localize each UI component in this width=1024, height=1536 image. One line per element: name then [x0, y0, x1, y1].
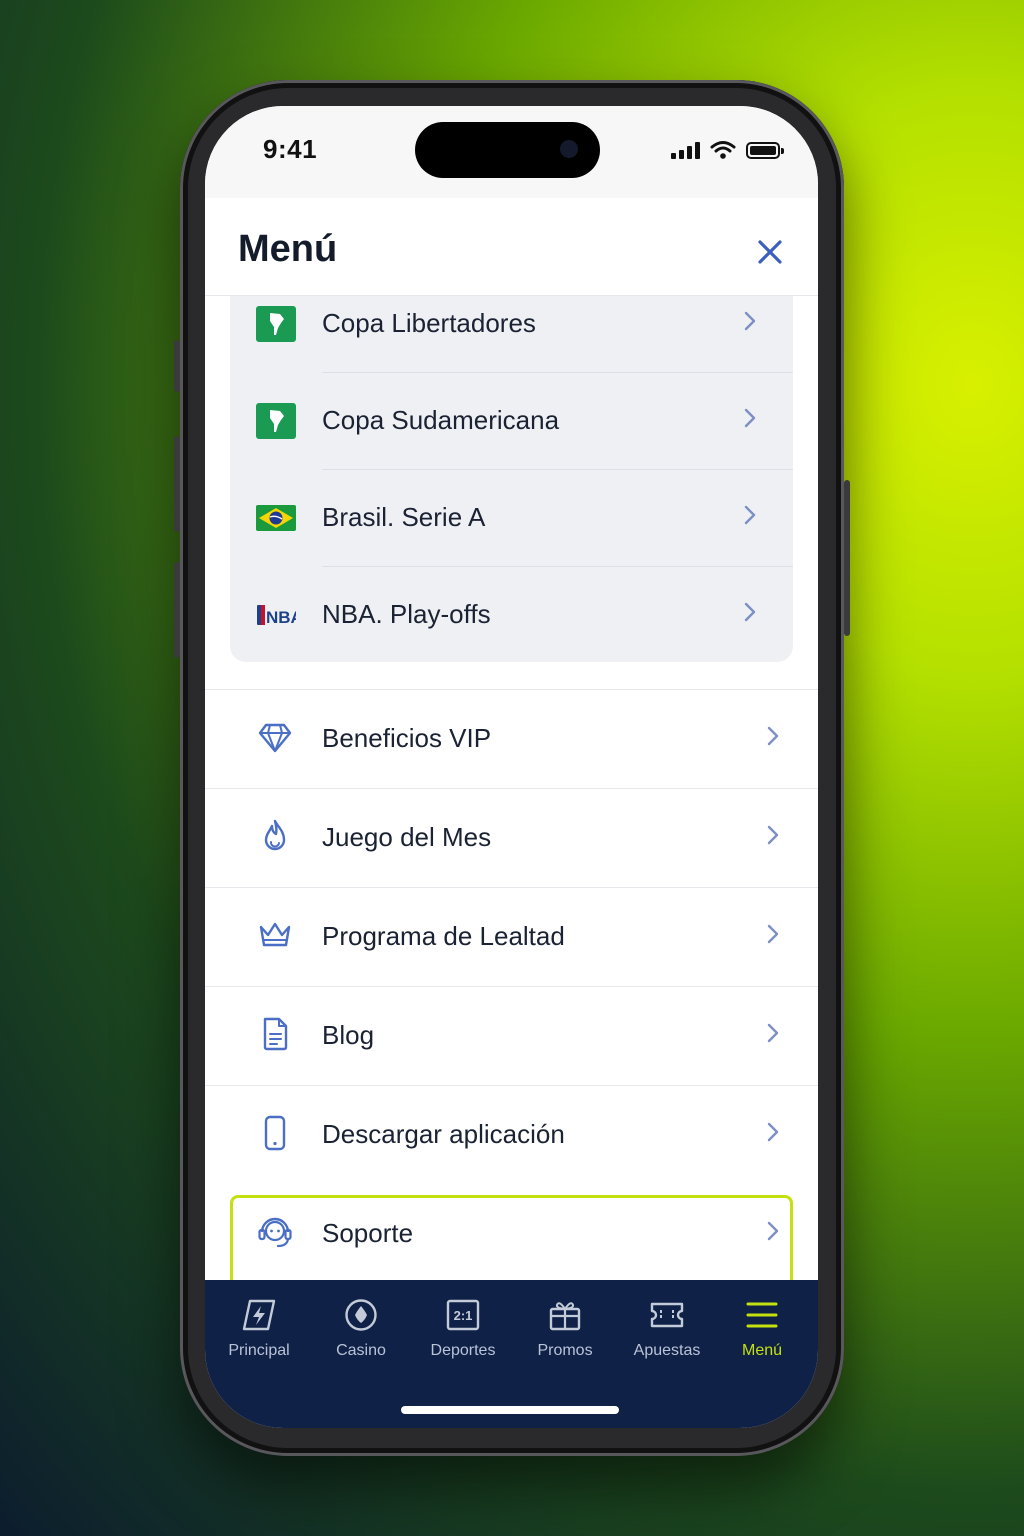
- tab-label: Apuestas: [633, 1342, 701, 1359]
- side-button-volume-up: [174, 436, 180, 532]
- side-button-volume-down: [174, 562, 180, 658]
- odds-icon-text: 2:1: [454, 1308, 473, 1323]
- tab-label: Deportes: [430, 1342, 496, 1359]
- gift-icon: [549, 1302, 581, 1331]
- tab-apuestas[interactable]: Apuestas: [616, 1298, 718, 1368]
- camera-icon: [560, 140, 578, 158]
- menu-item-label: Juego del Mes: [322, 822, 492, 852]
- south-america-map-icon: [256, 403, 296, 439]
- flame-icon: [264, 819, 286, 851]
- menu-item-beneficios-vip[interactable]: Beneficios VIP: [205, 689, 818, 787]
- battery-icon: [746, 141, 784, 159]
- dynamic-island: [415, 122, 600, 178]
- side-button-power: [844, 480, 850, 636]
- divider: [205, 788, 818, 789]
- tab-label: Casino: [336, 1342, 386, 1359]
- tab-label: Principal: [228, 1342, 290, 1359]
- menu-item-label: Soporte: [322, 1218, 414, 1248]
- competition-item-brasil-serie-a[interactable]: Brasil. Serie A: [230, 470, 793, 567]
- tab-label: Promos: [537, 1342, 593, 1359]
- chevron-right-icon: [744, 311, 756, 331]
- phone-screen: 9:41 Menú Copa Libertadores Copa Sudamer…: [205, 106, 818, 1428]
- chevron-right-icon: [767, 924, 779, 944]
- competition-item-nba-play-offs[interactable]: NBA NBA. Play-offs: [230, 567, 793, 664]
- south-america-map-icon: [256, 306, 296, 342]
- menu-item-programa-de-lealtad[interactable]: Programa de Lealtad: [205, 887, 818, 985]
- signal-icon: [671, 141, 700, 159]
- menu-item-label: Blog: [322, 1020, 375, 1050]
- menu-item-soporte[interactable]: Soporte: [205, 1184, 818, 1282]
- divider: [205, 986, 818, 987]
- side-button-action: [174, 340, 180, 392]
- lightning-icon: [242, 1299, 276, 1331]
- document-icon: [263, 1017, 288, 1051]
- tab-principal[interactable]: Principal: [208, 1298, 310, 1368]
- ticket-icon: [650, 1302, 684, 1328]
- home-indicator: [401, 1406, 619, 1414]
- page-title: Menú: [238, 228, 338, 270]
- crown-icon: [259, 922, 291, 947]
- casino-chip-icon: [345, 1299, 377, 1331]
- menu-item-label: Beneficios VIP: [322, 723, 492, 753]
- close-icon[interactable]: [752, 234, 788, 270]
- wifi-icon: [710, 141, 736, 159]
- chevron-right-icon: [767, 1023, 779, 1043]
- divider: [205, 1085, 818, 1086]
- divider: [205, 887, 818, 888]
- chevron-right-icon: [767, 726, 779, 746]
- svg-text:NBA: NBA: [266, 608, 296, 627]
- brazil-flag-icon: [256, 505, 296, 531]
- diamond-icon: [258, 723, 292, 753]
- status-bar: 9:41: [205, 106, 818, 198]
- chevron-right-icon: [767, 1122, 779, 1142]
- tab-casino[interactable]: Casino: [310, 1298, 412, 1368]
- chevron-right-icon: [767, 1221, 779, 1241]
- competition-item-copa-libertadores[interactable]: Copa Libertadores: [230, 276, 793, 373]
- status-time: 9:41: [263, 134, 318, 164]
- menu-item-label: Programa de Lealtad: [322, 921, 565, 951]
- chevron-right-icon: [744, 408, 756, 428]
- competition-item-copa-sudamericana[interactable]: Copa Sudamericana: [230, 373, 793, 470]
- chevron-right-icon: [744, 505, 756, 525]
- competition-label: Copa Libertadores: [322, 308, 536, 338]
- menu-content: Copa Libertadores Copa Sudamericana Bras…: [205, 296, 818, 1289]
- competitions-card: Copa Libertadores Copa Sudamericana Bras…: [230, 296, 793, 662]
- menu-item-label: Descargar aplicación: [322, 1119, 565, 1149]
- tab-menu[interactable]: Menú: [711, 1298, 813, 1368]
- divider: [205, 689, 818, 690]
- competition-label: NBA. Play-offs: [322, 599, 491, 629]
- tab-deportes[interactable]: 2:1 Deportes: [412, 1298, 514, 1368]
- smartphone-icon: [264, 1115, 286, 1151]
- menu-item-descargar-aplicacion[interactable]: Descargar aplicación: [205, 1085, 818, 1183]
- competition-label: Brasil. Serie A: [322, 502, 486, 532]
- menu-item-blog[interactable]: Blog: [205, 986, 818, 1084]
- chevron-right-icon: [744, 602, 756, 622]
- menu-item-juego-del-mes[interactable]: Juego del Mes: [205, 788, 818, 886]
- competition-label: Copa Sudamericana: [322, 405, 560, 435]
- status-icons: [671, 140, 784, 160]
- nba-logo-icon: NBA: [257, 605, 296, 627]
- tab-label: Menú: [741, 1342, 783, 1359]
- tab-promos[interactable]: Promos: [514, 1298, 616, 1368]
- chevron-right-icon: [767, 825, 779, 845]
- odds-icon: 2:1: [446, 1299, 480, 1331]
- headset-icon: [258, 1217, 292, 1248]
- hamburger-icon: [746, 1302, 778, 1328]
